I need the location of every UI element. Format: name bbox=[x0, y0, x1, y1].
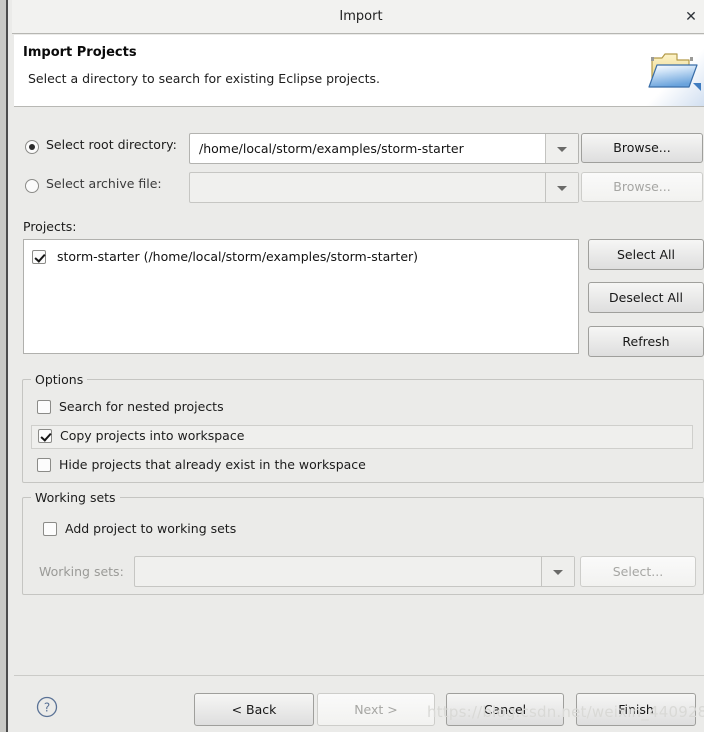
dialog-title: Import bbox=[339, 9, 383, 24]
browse-archive-file-button: Browse... bbox=[581, 172, 703, 202]
page-description: Select a directory to search for existin… bbox=[28, 71, 380, 86]
open-folder-icon bbox=[638, 35, 704, 106]
project-label: storm-starter (/home/local/storm/example… bbox=[57, 249, 419, 264]
footer-separator bbox=[14, 675, 704, 676]
radio-select-root-directory[interactable] bbox=[25, 140, 39, 154]
browse-root-directory-button[interactable]: Browse... bbox=[581, 133, 703, 163]
working-sets-combo[interactable] bbox=[134, 556, 575, 587]
options-group: Options Search for nested projects Copy … bbox=[22, 372, 704, 483]
option-hide-existing-projects[interactable]: Hide projects that already exist in the … bbox=[31, 454, 693, 478]
hide-existing-projects-label: Hide projects that already exist in the … bbox=[59, 457, 366, 472]
page-title: Import Projects bbox=[23, 45, 137, 60]
deselect-all-button[interactable]: Deselect All bbox=[588, 282, 704, 313]
finish-button[interactable]: Finish bbox=[576, 693, 696, 726]
back-button[interactable]: < Back bbox=[194, 693, 314, 726]
refresh-button[interactable]: Refresh bbox=[588, 326, 704, 357]
option-search-nested-projects[interactable]: Search for nested projects bbox=[31, 396, 693, 420]
dialog-titlebar: Import ✕ bbox=[12, 0, 704, 34]
import-dialog-window: Import ✕ Import Projects Select a direct… bbox=[0, 0, 704, 732]
working-sets-combo-label: Working sets: bbox=[39, 564, 124, 579]
next-button: Next > bbox=[317, 693, 435, 726]
cancel-button[interactable]: Cancel bbox=[446, 693, 564, 726]
archive-file-combo[interactable] bbox=[189, 172, 579, 203]
dialog-header: Import Projects Select a directory to se… bbox=[14, 35, 704, 107]
select-working-sets-button: Select... bbox=[580, 556, 696, 587]
add-project-to-working-sets-row[interactable]: Add project to working sets bbox=[31, 518, 693, 542]
chevron-down-icon[interactable] bbox=[545, 134, 578, 163]
project-checkbox[interactable] bbox=[32, 250, 46, 264]
radio-select-archive-file-label: Select archive file: bbox=[46, 176, 162, 191]
radio-select-archive-file[interactable] bbox=[25, 179, 39, 193]
copy-projects-label: Copy projects into workspace bbox=[60, 428, 245, 443]
projects-list[interactable]: storm-starter (/home/local/storm/example… bbox=[23, 239, 579, 354]
add-to-working-sets-checkbox[interactable] bbox=[43, 522, 57, 536]
root-directory-combo[interactable]: /home/local/storm/examples/storm-starter bbox=[189, 133, 579, 164]
search-nested-projects-label: Search for nested projects bbox=[59, 399, 224, 414]
chevron-down-icon[interactable] bbox=[541, 557, 574, 586]
options-legend: Options bbox=[31, 372, 88, 387]
add-to-working-sets-label: Add project to working sets bbox=[65, 521, 237, 536]
root-directory-row: Select root directory: /home/local/storm… bbox=[14, 133, 704, 164]
chevron-down-icon[interactable] bbox=[545, 173, 578, 202]
dialog-body: Select root directory: /home/local/storm… bbox=[14, 107, 704, 732]
hide-existing-projects-checkbox[interactable] bbox=[37, 458, 51, 472]
close-icon[interactable]: ✕ bbox=[681, 7, 701, 27]
working-sets-group: Working sets Add project to working sets… bbox=[22, 490, 704, 595]
help-icon[interactable]: ? bbox=[36, 696, 58, 718]
search-nested-projects-checkbox[interactable] bbox=[37, 400, 51, 414]
working-sets-legend: Working sets bbox=[31, 490, 120, 505]
projects-label: Projects: bbox=[23, 219, 77, 234]
select-all-button[interactable]: Select All bbox=[588, 239, 704, 270]
archive-file-row: Select archive file: Browse... bbox=[14, 172, 704, 203]
radio-select-root-directory-label: Select root directory: bbox=[46, 137, 177, 152]
copy-projects-checkbox[interactable] bbox=[38, 429, 52, 443]
root-directory-value: /home/local/storm/examples/storm-starter bbox=[199, 141, 464, 156]
option-copy-projects-into-workspace[interactable]: Copy projects into workspace bbox=[31, 425, 693, 449]
svg-text:?: ? bbox=[44, 701, 50, 715]
